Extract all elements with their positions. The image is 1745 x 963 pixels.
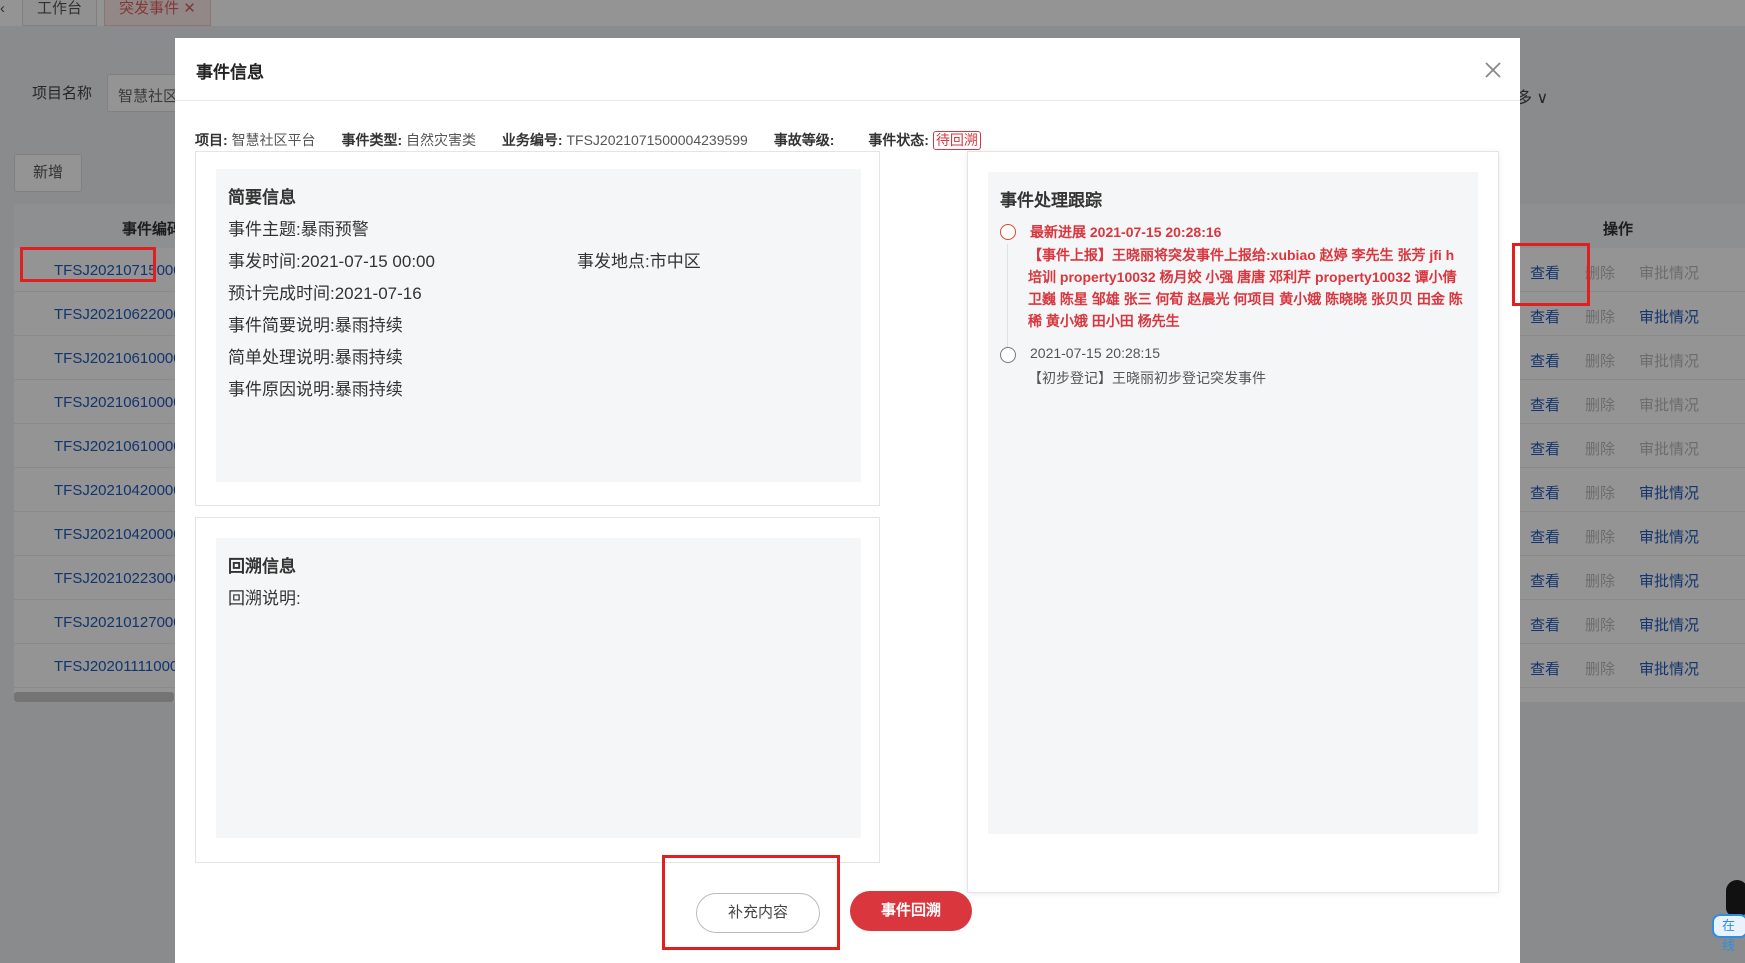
supplement-button[interactable]: 补充内容 xyxy=(696,893,820,933)
timeline-line xyxy=(1007,244,1008,354)
trace-info-panel: 回溯信息 回溯说明: xyxy=(216,538,861,838)
cause-note: 事件原因说明:暴雨持续 xyxy=(228,380,403,399)
summary-title: 简要信息 xyxy=(228,188,296,207)
business-no-value: TFSJ2021071500004239599 xyxy=(566,132,748,148)
handling-note: 简单处理说明:暴雨持续 xyxy=(228,348,403,367)
summary-panel: 简要信息 事件主题:暴雨预警 事发时间:2021-07-15 00:00 事发地… xyxy=(216,169,861,482)
timeline-body: 【事件上报】王晓丽将突发事件上报给:xubiao 赵婷 李先生 张芳 jfi h… xyxy=(1028,247,1463,329)
status-badge: 待回溯 xyxy=(932,131,981,150)
event-status-label: 事件状态: xyxy=(868,132,929,148)
summary-card: 简要信息 事件主题:暴雨预警 事发时间:2021-07-15 00:00 事发地… xyxy=(195,151,880,506)
modal-header: 事件信息 xyxy=(175,38,1520,101)
online-chat-widget[interactable]: 在线 xyxy=(1712,880,1745,953)
project-label: 项目: xyxy=(195,132,228,148)
tracking-panel: 事件处理跟踪 最新进展 2021-07-15 20:28:16 【事件上报】王晓… xyxy=(988,172,1478,834)
project-value: 智慧社区平台 xyxy=(231,132,316,148)
event-info-line: 项目: 智慧社区平台 事件类型: 自然灾害类 业务编号: TFSJ2021071… xyxy=(195,130,981,150)
trace-info-title: 回溯信息 xyxy=(228,557,296,576)
modal-title: 事件信息 xyxy=(196,63,264,82)
event-trace-button[interactable]: 事件回溯 xyxy=(850,891,972,931)
tracking-title: 事件处理跟踪 xyxy=(1000,191,1102,210)
business-no-label: 业务编号: xyxy=(501,132,563,148)
accident-level-label: 事故等级: xyxy=(773,132,835,148)
event-brief: 事件简要说明:暴雨持续 xyxy=(228,316,403,335)
expected-finish: 预计完成时间:2021-07-16 xyxy=(228,284,422,303)
tracking-card: 事件处理跟踪 最新进展 2021-07-15 20:28:16 【事件上报】王晓… xyxy=(967,151,1499,893)
timeline-item: 最新进展 2021-07-15 20:28:16 【事件上报】王晓丽将突发事件上… xyxy=(1000,222,1478,354)
event-location: 事发地点:市中区 xyxy=(577,252,701,271)
close-icon[interactable] xyxy=(1481,58,1505,82)
timeline-dot-icon xyxy=(1000,347,1016,363)
timeline-body: 【初步登记】王晓丽初步登记突发事件 xyxy=(1028,370,1266,386)
event-type-value: 自然灾害类 xyxy=(406,132,477,148)
event-subject: 事件主题:暴雨预警 xyxy=(228,220,369,239)
trace-desc: 回溯说明: xyxy=(228,589,301,608)
event-info-modal: 事件信息 项目: 智慧社区平台 事件类型: 自然灾害类 业务编号: TFSJ20… xyxy=(175,38,1520,963)
event-type-label: 事件类型: xyxy=(341,132,403,148)
timeline-head: 最新进展 2021-07-15 20:28:16 xyxy=(1030,224,1222,240)
trace-info-card: 回溯信息 回溯说明: xyxy=(195,517,880,863)
timeline-head: 2021-07-15 20:28:15 xyxy=(1030,345,1160,361)
event-time: 事发时间:2021-07-15 00:00 xyxy=(228,252,435,271)
online-label: 在线 xyxy=(1712,914,1745,953)
timeline-item: 2021-07-15 20:28:15 【初步登记】王晓丽初步登记突发事件 xyxy=(1000,345,1478,395)
timeline-dot-icon xyxy=(1000,224,1016,240)
penguin-icon xyxy=(1726,880,1745,916)
